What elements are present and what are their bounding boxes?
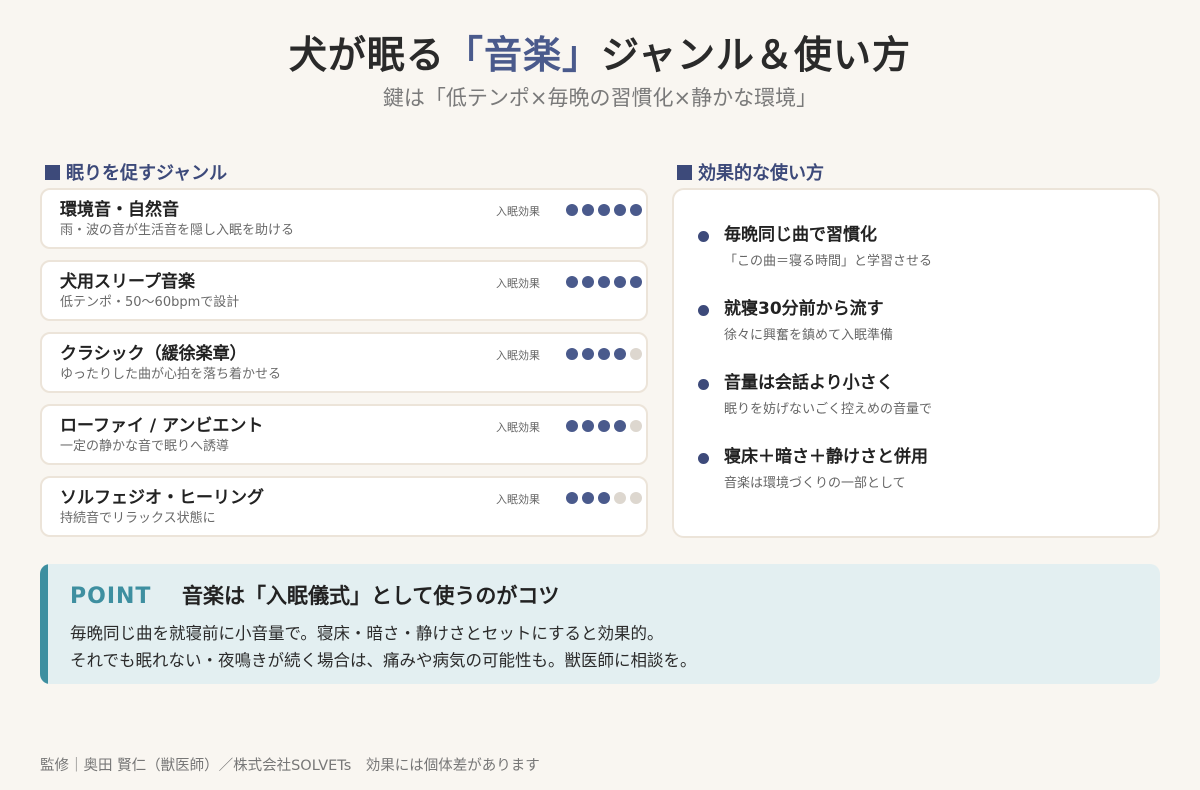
rating-dot-filled (598, 348, 610, 360)
rating-dots (566, 420, 642, 432)
rating-dot-filled (630, 276, 642, 288)
rating-dot-filled (566, 492, 578, 504)
genre-card: クラシック（緩徐楽章） ゆったりした曲が心拍を落ち着かせる 入眠効果 (40, 332, 648, 393)
rating-dot-filled (598, 276, 610, 288)
genre-desc: 持続音でリラックス状態に (60, 511, 216, 526)
rating-dot-filled (614, 420, 626, 432)
genre-desc: 一定の静かな音で眠りへ誘導 (60, 439, 230, 454)
usage-desc: 眠りを妨げないごく控えめの音量で (724, 402, 933, 417)
rating-dots (566, 204, 642, 216)
usage-panel: 毎晩同じ曲で習慣化 「この曲＝寝る時間」と学習させる 就寝30分前から流す 徐々… (672, 188, 1160, 538)
usage-title: 毎晩同じ曲で習慣化 (724, 225, 877, 245)
rating-dots (566, 492, 642, 504)
genre-name: 環境音・自然音 (60, 200, 179, 220)
rating-dot-filled (582, 348, 594, 360)
genre-name: ソルフェジオ・ヒーリング (60, 488, 264, 508)
rating-dots (566, 348, 642, 360)
title-accent: 「音楽」 (444, 33, 601, 77)
point-title: 音楽は「入眠儀式」として使うのがコツ (182, 584, 560, 608)
rating-dot-empty (630, 420, 642, 432)
page-subtitle: 鍵は「低テンポ×毎晩の習慣化×静かな環境」 (382, 86, 818, 110)
usage-desc: 音楽は環境づくりの一部として (724, 476, 906, 491)
genre-desc: 低テンポ・50〜60bpmで設計 (60, 295, 240, 310)
usage-desc: 「この曲＝寝る時間」と学習させる (724, 254, 933, 269)
genre-card: ソルフェジオ・ヒーリング 持続音でリラックス状態に 入眠効果 (40, 476, 648, 537)
rating-dot-filled (614, 204, 626, 216)
genre-desc: 雨・波の音が生活音を隠し入眠を助ける (60, 223, 295, 238)
point-text-line: それでも眠れない・夜鳴きが続く場合は、痛みや病気の可能性も。獣医師に相談を。 (70, 651, 697, 670)
point-label: POINT (70, 584, 152, 609)
effect-label: 入眠効果 (496, 349, 540, 362)
effect-label: 入眠効果 (496, 205, 540, 218)
rating-dot-filled (566, 348, 578, 360)
rating-dot-empty (614, 492, 626, 504)
genre-name: ローファイ / アンビエント (60, 416, 264, 436)
point-text-line: 毎晩同じ曲を就寝前に小音量で。寝床・暗さ・静けさとセットにすると効果的。 (70, 624, 664, 643)
bullet-icon (698, 305, 709, 316)
header: 犬が眠る「音楽」ジャンル＆使い方 鍵は「低テンポ×毎晩の習慣化×静かな環境」 (0, 30, 1200, 112)
bullet-icon (698, 231, 709, 242)
usage-heading-label: 効果的な使い方 (698, 163, 824, 184)
usage-desc: 徐々に興奮を鎮めて入眠準備 (724, 328, 894, 343)
bullet-icon (698, 379, 709, 390)
genre-name: 犬用スリープ音楽 (60, 272, 195, 292)
rating-dot-empty (630, 348, 642, 360)
point-accent-bar (40, 564, 48, 684)
bullet-icon (698, 453, 709, 464)
effect-label: 入眠効果 (496, 277, 540, 290)
genres-heading: 眠りを促すジャンル (45, 160, 227, 184)
rating-dots (566, 276, 642, 288)
rating-dot-filled (598, 204, 610, 216)
rating-dot-filled (566, 204, 578, 216)
rating-dot-filled (630, 204, 642, 216)
rating-dot-filled (614, 348, 626, 360)
rating-dot-empty (630, 492, 642, 504)
effect-label: 入眠効果 (496, 421, 540, 434)
page-title: 犬が眠る「音楽」ジャンル＆使い方 (0, 30, 1200, 80)
genre-card: 犬用スリープ音楽 低テンポ・50〜60bpmで設計 入眠効果 (40, 260, 648, 321)
square-icon (677, 164, 692, 180)
rating-dot-filled (582, 420, 594, 432)
point-box: POINT 音楽は「入眠儀式」として使うのがコツ 毎晩同じ曲を就寝前に小音量で。… (40, 564, 1160, 684)
usage-title: 就寝30分前から流す (724, 299, 884, 319)
genre-desc: ゆったりした曲が心拍を落ち着かせる (60, 367, 282, 382)
rating-dot-filled (614, 276, 626, 288)
genre-card: 環境音・自然音 雨・波の音が生活音を隠し入眠を助ける 入眠効果 (40, 188, 648, 249)
usage-title: 寝床＋暗さ＋静けさと併用 (724, 447, 928, 467)
title-pre: 犬が眠る (288, 33, 445, 77)
rating-dot-filled (582, 276, 594, 288)
genres-heading-label: 眠りを促すジャンル (66, 163, 228, 184)
effect-label: 入眠効果 (496, 493, 540, 506)
title-post: ジャンル＆使い方 (600, 33, 912, 77)
square-icon (45, 164, 60, 180)
rating-dot-filled (598, 420, 610, 432)
footer-credit: 監修｜奥田 賢仁（獣医師）／株式会社SOLVETs 効果には個体差があります (40, 758, 540, 774)
genre-list: 環境音・自然音 雨・波の音が生活音を隠し入眠を助ける 入眠効果 犬用スリープ音楽… (40, 188, 648, 548)
rating-dot-filled (566, 276, 578, 288)
usage-heading: 効果的な使い方 (677, 160, 824, 184)
rating-dot-filled (582, 204, 594, 216)
rating-dot-filled (566, 420, 578, 432)
genre-card: ローファイ / アンビエント 一定の静かな音で眠りへ誘導 入眠効果 (40, 404, 648, 465)
usage-title: 音量は会話より小さく (724, 373, 894, 393)
genre-name: クラシック（緩徐楽章） (60, 344, 247, 364)
rating-dot-filled (582, 492, 594, 504)
rating-dot-filled (598, 492, 610, 504)
